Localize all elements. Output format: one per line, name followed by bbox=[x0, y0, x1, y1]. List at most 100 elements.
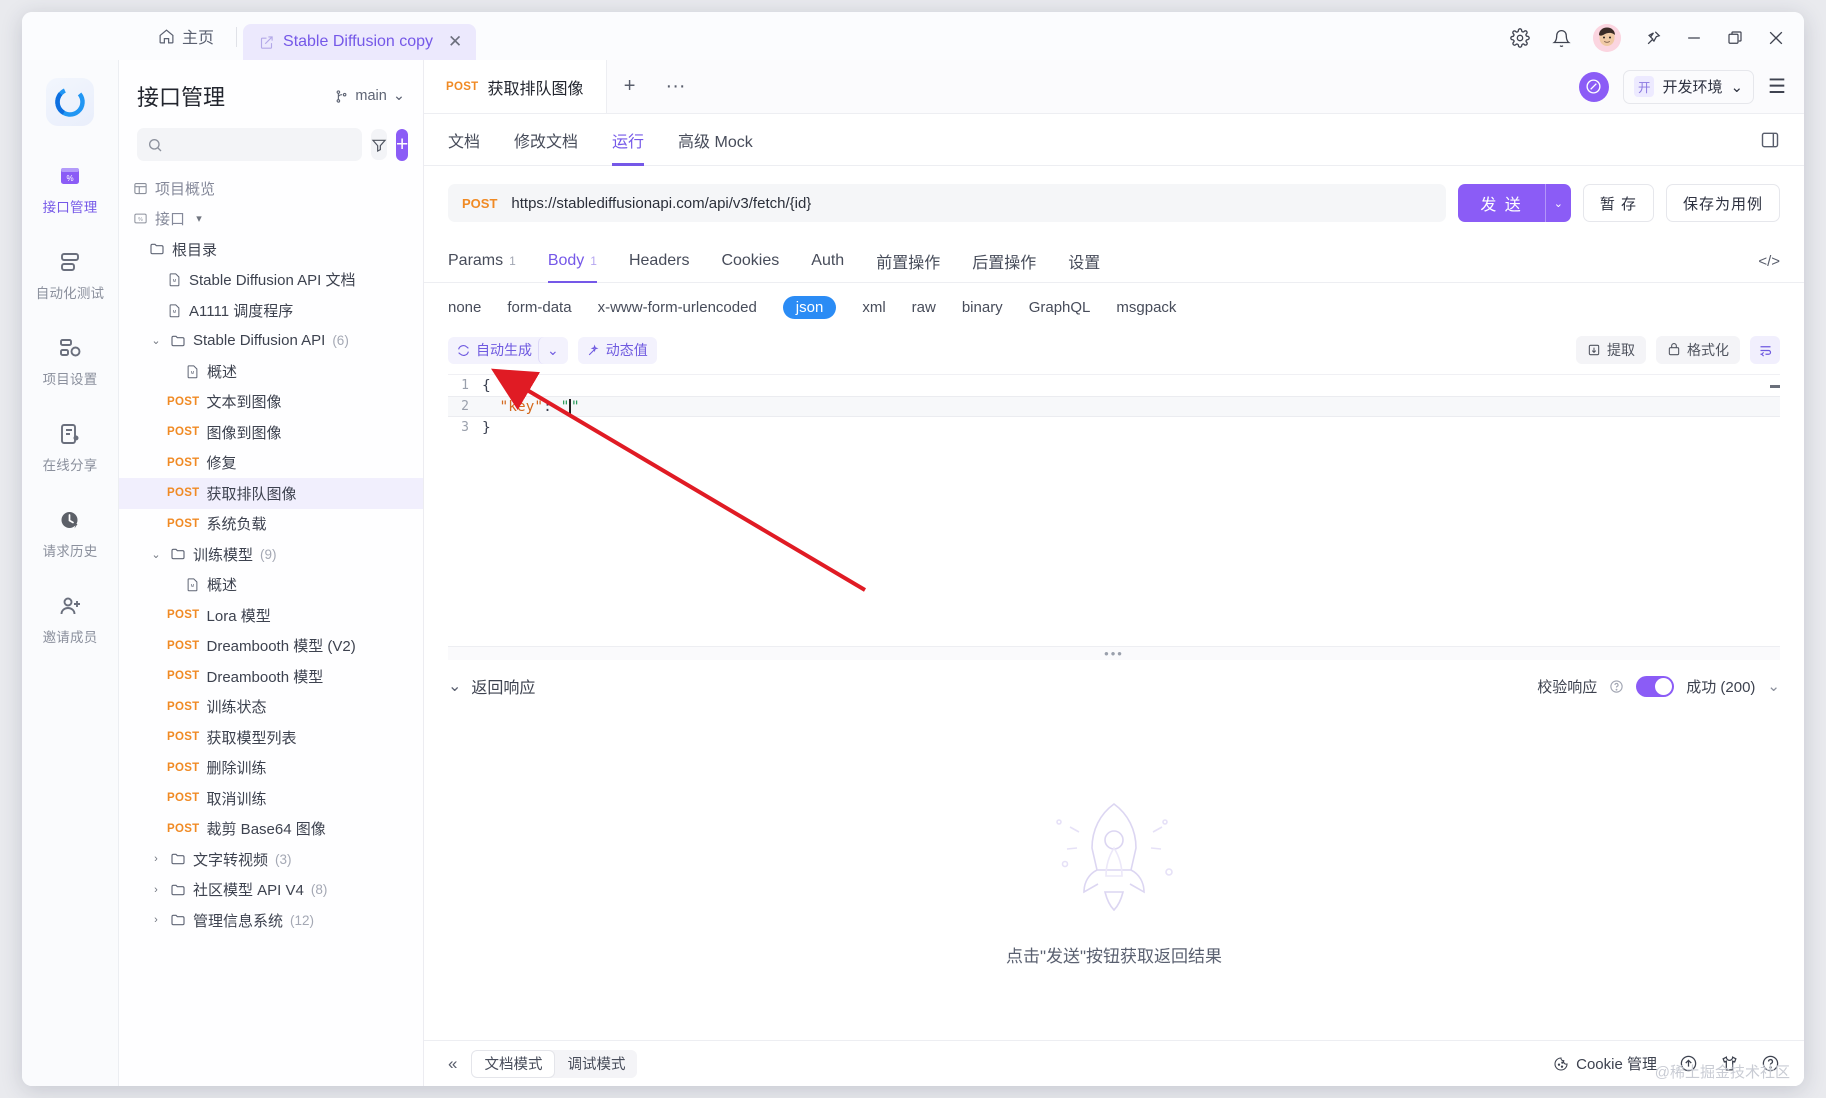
dynamic-value-button[interactable]: 动态值 bbox=[577, 336, 657, 364]
chevron-down-icon[interactable]: ⌄ bbox=[149, 334, 163, 347]
chevron-right-icon[interactable]: › bbox=[149, 884, 163, 896]
collapse-response-icon[interactable]: ⌄ bbox=[448, 676, 461, 696]
tab-body[interactable]: Body 1 bbox=[547, 240, 598, 283]
tree-item-folder[interactable]: ⌄ 训练模型 (9) bbox=[119, 539, 423, 570]
tree-item-doc[interactable]: M 概述 bbox=[119, 356, 423, 387]
search-box[interactable] bbox=[137, 128, 362, 161]
tab-doc[interactable]: 文档 bbox=[448, 114, 480, 166]
tree-item-folder[interactable]: › 社区模型 API V4 (8) bbox=[119, 875, 423, 906]
url-input[interactable]: POST https://stablediffusionapi.com/api/… bbox=[448, 184, 1447, 222]
body-type-none[interactable]: none bbox=[448, 299, 481, 316]
filter-button[interactable] bbox=[371, 129, 387, 160]
mode-debug[interactable]: 调试模式 bbox=[555, 1050, 637, 1078]
help-circle-icon[interactable] bbox=[1609, 679, 1624, 694]
code-view-icon[interactable]: </> bbox=[1758, 253, 1780, 270]
panel-splitter[interactable]: ••• bbox=[448, 646, 1780, 661]
body-type-GraphQL[interactable]: GraphQL bbox=[1029, 299, 1091, 316]
send-options-caret[interactable]: ⌄ bbox=[1544, 184, 1571, 222]
body-type-msgpack[interactable]: msgpack bbox=[1116, 299, 1176, 316]
right-panel-toggle-icon[interactable] bbox=[1760, 130, 1780, 150]
tab-more-button[interactable]: ··· bbox=[653, 60, 699, 113]
tree-item-overview[interactable]: 项目概览 bbox=[119, 173, 423, 204]
sidebar-item-project-settings[interactable]: 项目设置 bbox=[30, 326, 110, 394]
mode-doc[interactable]: 文档模式 bbox=[471, 1049, 556, 1078]
tab-params[interactable]: Params 1 bbox=[448, 240, 516, 282]
tree-item-api[interactable]: POST 裁剪 Base64 图像 bbox=[119, 814, 423, 845]
env-status-icon[interactable] bbox=[1578, 71, 1609, 102]
extract-button[interactable]: 提取 bbox=[1576, 336, 1646, 364]
body-type-form-data[interactable]: form-data bbox=[507, 299, 571, 316]
tree-item-api[interactable]: POST 删除训练 bbox=[119, 753, 423, 784]
tree-item-interface[interactable]: % 接口 ▾ bbox=[119, 204, 423, 235]
tab-advanced-mock[interactable]: 高级 Mock bbox=[678, 114, 753, 166]
body-type-raw[interactable]: raw bbox=[912, 299, 936, 316]
sidebar-item-request-history[interactable]: 请求历史 bbox=[30, 498, 110, 566]
chevron-down-icon[interactable]: ⌄ bbox=[149, 548, 163, 561]
minimize-icon[interactable] bbox=[1684, 28, 1704, 48]
editor-scrollbar[interactable] bbox=[1770, 385, 1780, 388]
tree-item-folder[interactable]: › 文字转视频 (3) bbox=[119, 844, 423, 875]
chevron-down-icon[interactable]: ▾ bbox=[192, 212, 206, 225]
close-tab-icon[interactable]: ✕ bbox=[448, 32, 462, 52]
body-type-json[interactable]: json bbox=[782, 296, 837, 319]
pin-icon[interactable] bbox=[1643, 29, 1662, 48]
body-type-binary[interactable]: binary bbox=[962, 299, 1003, 316]
chevron-right-icon[interactable]: › bbox=[149, 853, 163, 865]
tree-item-api[interactable]: POST Lora 模型 bbox=[119, 600, 423, 631]
body-type-x-www-form-urlencoded[interactable]: x-www-form-urlencoded bbox=[598, 299, 757, 316]
tab-run[interactable]: 运行 bbox=[612, 114, 645, 166]
tree-list[interactable]: 项目概览 % 接口 ▾ 根目录 M Stable Diffusion API 文档 M… bbox=[119, 173, 423, 1086]
close-icon[interactable] bbox=[1766, 28, 1786, 48]
body-type-xml[interactable]: xml bbox=[862, 299, 885, 316]
save-as-case-button[interactable]: 保存为用例 bbox=[1665, 184, 1780, 222]
auto-generate-caret[interactable]: ⌄ bbox=[538, 336, 559, 364]
hamburger-menu-icon[interactable]: ☰ bbox=[1768, 74, 1786, 99]
document-tab[interactable]: Stable Diffusion copy ✕ bbox=[243, 24, 477, 60]
tree-item-doc[interactable]: M A1111 调度程序 bbox=[119, 295, 423, 326]
cookie-manage-button[interactable]: Cookie 管理 bbox=[1553, 1053, 1657, 1074]
chevron-down-icon[interactable]: ⌄ bbox=[1767, 677, 1780, 695]
tree-item-doc[interactable]: M 概述 bbox=[119, 570, 423, 601]
format-button[interactable]: 格式化 bbox=[1656, 336, 1740, 364]
tree-item-api[interactable]: POST 获取模型列表 bbox=[119, 722, 423, 753]
add-tab-button[interactable]: + bbox=[607, 60, 653, 113]
sidebar-item-invite-member[interactable]: 邀请成员 bbox=[30, 584, 110, 652]
api-tab[interactable]: POST 获取排队图像 bbox=[424, 60, 607, 113]
gear-icon[interactable] bbox=[1510, 28, 1530, 48]
restore-icon[interactable] bbox=[1726, 29, 1744, 47]
wrap-lines-icon[interactable] bbox=[1750, 336, 1780, 364]
home-tab[interactable]: 主页 bbox=[142, 24, 230, 60]
tree-item-api[interactable]: POST 训练状态 bbox=[119, 692, 423, 723]
tree-item-api[interactable]: POST 系统负载 bbox=[119, 509, 423, 540]
tree-item-api[interactable]: POST 获取排队图像 bbox=[119, 478, 423, 509]
tab-post-operation[interactable]: 后置操作 bbox=[972, 240, 1036, 282]
tree-item-folder[interactable]: 根目录 bbox=[119, 234, 423, 265]
sidebar-item-api-manage[interactable]: % 接口管理 bbox=[30, 154, 110, 222]
tree-item-api[interactable]: POST 文本到图像 bbox=[119, 387, 423, 418]
add-button[interactable]: + bbox=[396, 128, 409, 161]
tree-item-api[interactable]: POST 修复 bbox=[119, 448, 423, 479]
search-input[interactable] bbox=[171, 136, 352, 153]
tab-headers[interactable]: Headers bbox=[629, 240, 689, 282]
tab-cookies[interactable]: Cookies bbox=[721, 240, 779, 282]
tree-item-folder[interactable]: › 管理信息系统 (12) bbox=[119, 905, 423, 936]
send-button[interactable]: 发 送 bbox=[1458, 184, 1544, 222]
tree-item-api[interactable]: POST 取消训练 bbox=[119, 783, 423, 814]
tab-pre-operation[interactable]: 前置操作 bbox=[876, 240, 940, 282]
tree-item-api[interactable]: POST 图像到图像 bbox=[119, 417, 423, 448]
tab-auth[interactable]: Auth bbox=[811, 240, 844, 282]
auto-generate-button[interactable]: 自动生成 ⌄ bbox=[448, 336, 568, 364]
tab-settings[interactable]: 设置 bbox=[1068, 240, 1100, 282]
branch-selector[interactable]: main ⌄ bbox=[334, 88, 405, 104]
save-temp-button[interactable]: 暂 存 bbox=[1582, 184, 1654, 222]
environment-selector[interactable]: 开 开发环境 ⌄ bbox=[1622, 69, 1755, 104]
sidebar-item-online-share[interactable]: 在线分享 bbox=[30, 412, 110, 480]
tree-item-api[interactable]: POST Dreambooth 模型 bbox=[119, 661, 423, 692]
sidebar-item-automation-test[interactable]: 自动化测试 bbox=[30, 240, 110, 308]
tree-item-folder[interactable]: ⌄ Stable Diffusion API (6) bbox=[119, 326, 423, 357]
tree-item-doc[interactable]: M Stable Diffusion API 文档 bbox=[119, 265, 423, 296]
avatar[interactable] bbox=[1593, 24, 1621, 52]
validate-response-toggle[interactable] bbox=[1636, 675, 1675, 697]
tab-edit-doc[interactable]: 修改文档 bbox=[514, 114, 578, 166]
bell-icon[interactable] bbox=[1552, 29, 1571, 48]
